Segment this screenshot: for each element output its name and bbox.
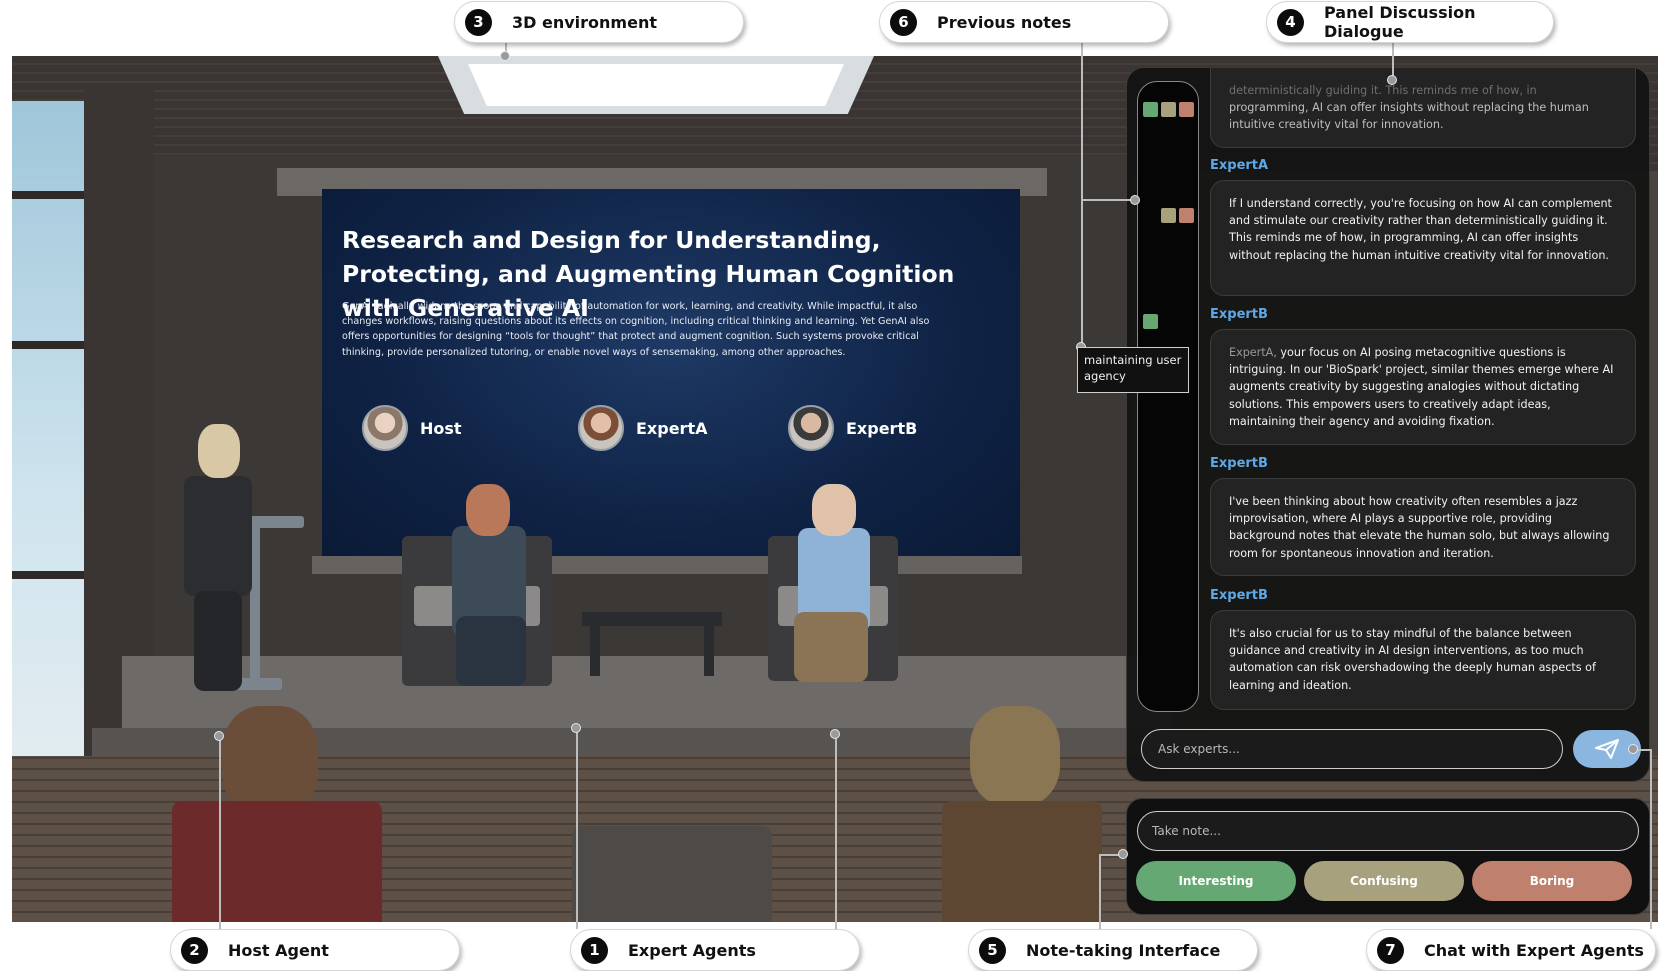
note-tooltip: maintaining user agency: [1077, 347, 1189, 393]
callout-previous-notes: 6 Previous notes: [879, 1, 1169, 43]
message-text-faded: deterministically guiding it. This remin…: [1229, 84, 1537, 97]
message-bubble: It's also crucial for us to stay mindful…: [1210, 610, 1636, 710]
callout-label: Previous notes: [937, 12, 1072, 32]
screen-agent-host: Host: [362, 405, 462, 451]
message-mention: ExpertA,: [1229, 346, 1277, 359]
window: [12, 101, 84, 821]
experta-avatar: [578, 405, 624, 451]
leader-line: [1392, 43, 1394, 79]
coffee-table-leg: [590, 624, 600, 676]
callout-chat-with-expert-agents: 7 Chat with Expert Agents: [1366, 929, 1656, 971]
callout-number: 6: [890, 8, 917, 36]
screen-abstract: GenAI radically widens the scope and cap…: [342, 301, 930, 358]
message-text: It's also crucial for us to stay mindful…: [1229, 627, 1596, 692]
callout-number: 2: [181, 936, 208, 964]
leader-dot: [1130, 195, 1140, 205]
message-text: your focus on AI posing metacognitive qu…: [1229, 346, 1614, 428]
callout-label: Expert Agents: [628, 940, 756, 960]
leader-line: [219, 736, 221, 929]
send-icon: [1595, 739, 1619, 759]
previous-notes-strip[interactable]: [1137, 81, 1199, 712]
screen-agent-label: ExpertB: [846, 418, 918, 438]
interesting-button[interactable]: Interesting: [1136, 861, 1296, 901]
note-chip-interesting[interactable]: [1143, 314, 1158, 329]
audience-head: [970, 706, 1060, 806]
callout-label: Host Agent: [228, 940, 329, 960]
leader-line: [1099, 854, 1101, 929]
message-text: If I understand correctly, you're focusi…: [1229, 197, 1612, 262]
host-agent-body[interactable]: [184, 476, 252, 596]
leader-line: [835, 734, 837, 929]
boring-button[interactable]: Boring: [1472, 861, 1632, 901]
callout-number: 1: [581, 936, 608, 964]
leader-dot: [214, 731, 224, 741]
note-chip-interesting[interactable]: [1143, 102, 1158, 117]
leader-dot: [571, 723, 581, 733]
message-text: I've been thinking about how creativity …: [1229, 495, 1610, 560]
note-chip-confusing[interactable]: [1161, 102, 1176, 117]
callout-number: 5: [979, 936, 1006, 964]
expert-agent-a-head: [466, 484, 510, 536]
callout-number: 3: [465, 8, 492, 36]
callout-host-agent: 2 Host Agent: [170, 929, 460, 971]
message-bubble-partial: deterministically guiding it. This remin…: [1210, 68, 1636, 148]
message-bubble: If I understand correctly, you're focusi…: [1210, 180, 1636, 296]
callout-note-taking-interface: 5 Note-taking Interface: [968, 929, 1258, 971]
leader-dot: [1118, 849, 1128, 859]
host-agent-legs: [194, 591, 242, 691]
screen-agent-experta: ExpertA: [578, 405, 707, 451]
message-bubble: ExpertA, your focus on AI posing metacog…: [1210, 329, 1636, 445]
screen-agent-label: Host: [420, 418, 462, 438]
note-chip-boring[interactable]: [1179, 208, 1194, 223]
message-bubble: I've been thinking about how creativity …: [1210, 478, 1636, 576]
ceiling-light: [468, 64, 844, 106]
coffee-table-leg: [704, 624, 714, 676]
leader-line: [576, 728, 578, 929]
message-speaker: ExpertB: [1210, 456, 1268, 471]
callout-expert-agents: 1 Expert Agents: [570, 929, 860, 971]
screen-agent-label: ExpertA: [636, 418, 708, 438]
callout-label: Panel Discussion Dialogue: [1324, 3, 1476, 41]
expert-agent-b-legs: [794, 612, 868, 682]
leader-line: [1081, 43, 1083, 348]
leader-dot: [830, 729, 840, 739]
callout-panel-discussion-dialogue: 4 Panel Discussion Dialogue: [1266, 1, 1554, 43]
note-chip-boring[interactable]: [1179, 102, 1194, 117]
audience-body: [572, 826, 772, 922]
take-note-input[interactable]: [1137, 811, 1639, 851]
message-text: programming, AI can offer insights witho…: [1229, 101, 1589, 132]
message-speaker: ExpertA: [1210, 158, 1269, 173]
callout-label: Chat with Expert Agents: [1424, 940, 1644, 960]
message-speaker: ExpertB: [1210, 588, 1268, 603]
callout-number: 4: [1277, 8, 1304, 36]
leader-dot: [1387, 75, 1397, 85]
presentation-screen: Research and Design for Understanding, P…: [322, 189, 1020, 565]
leader-line: [1081, 199, 1136, 201]
leader-line: [1650, 749, 1652, 929]
ask-experts-input[interactable]: [1141, 729, 1563, 769]
screen-agent-expertb: ExpertB: [788, 405, 917, 451]
callout-label: 3D environment: [512, 12, 657, 32]
expertb-avatar: [788, 405, 834, 451]
coffee-table: [582, 612, 722, 626]
callout-3d-environment: 3 3D environment: [454, 1, 744, 43]
callout-label: Note-taking Interface: [1026, 940, 1221, 960]
audience-head: [222, 706, 318, 816]
callout-number: 7: [1377, 936, 1404, 964]
expert-agent-b-head: [812, 484, 856, 536]
audience-body: [172, 801, 382, 922]
leader-dot: [1628, 744, 1638, 754]
leader-dot: [500, 51, 510, 61]
confusing-button[interactable]: Confusing: [1304, 861, 1464, 901]
note-chip-confusing[interactable]: [1161, 208, 1176, 223]
host-avatar: [362, 405, 408, 451]
host-agent-head: [198, 424, 240, 478]
expert-agent-a-legs: [456, 616, 526, 686]
message-speaker: ExpertB: [1210, 307, 1268, 322]
audience-body: [942, 801, 1102, 922]
